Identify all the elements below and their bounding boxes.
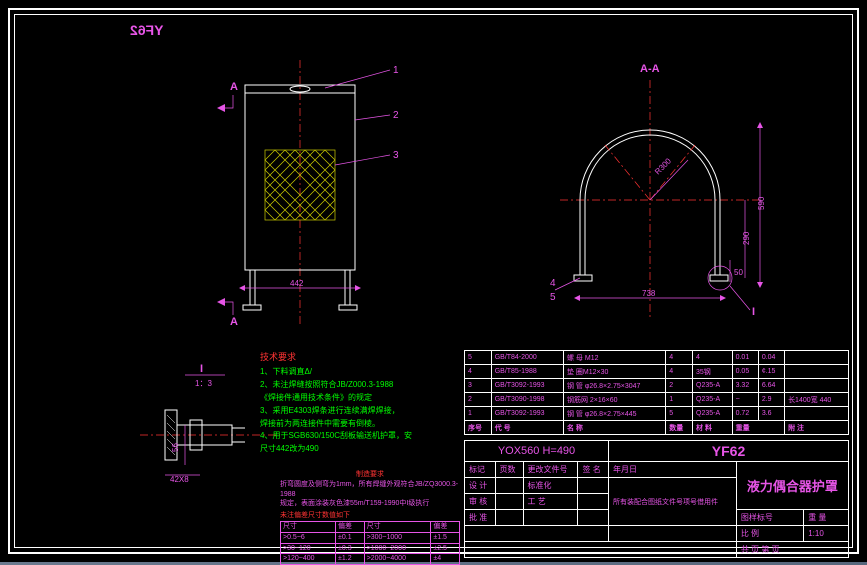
mfg-line-2: 规定，表面涂装灰色漆55m/T159-1990中I级执行 [280, 499, 460, 509]
dim-738: 738 [642, 289, 656, 298]
balloon-1: 1 [393, 65, 399, 76]
balloon-2: 2 [393, 110, 399, 121]
dim-56: 56 [171, 443, 180, 452]
dim-42x8: 42X8 [170, 475, 189, 484]
table-row: 3GB/T3092-1993钢 管 φ26.8×2.75×30472Q235-A… [465, 379, 849, 393]
mirror-label: YF62 [130, 22, 163, 38]
detail-view: I 1：3 56 42X8 [140, 360, 280, 490]
balloon-5: 5 [550, 292, 556, 303]
side-view: A-A R300 590 290 50 738 4 5 [550, 60, 800, 325]
mfg-line-1: 折弯圆度及侧弯为1mm，所有焊缝外观符合JB/ZQ3000.3-1988 [280, 480, 460, 500]
dim-50: 50 [734, 268, 743, 277]
tech-title: 技术要求 [260, 350, 440, 364]
balloon-3: 3 [393, 150, 399, 161]
tech-line-6: 4、用于SGB630/150C刮板输送机护罩，安 [260, 430, 440, 443]
dim-r300: R300 [653, 156, 673, 176]
table-row: 4GB/T85-1988垫 圈M12×30435钢0.05¢.15 [465, 365, 849, 379]
title-block: YOX560 H=490 YF62 标记页数更改文件号签 名 年月日 液力偶合器… [464, 440, 849, 558]
balloon-4: 4 [550, 278, 556, 289]
tol-title: 未注偏差尺寸数值如下 [280, 511, 460, 521]
dim-side-50: 290 [742, 231, 751, 245]
table-row: 5GB/T84-2000螺 母 M12440.010.04 [465, 351, 849, 365]
dim-590: 590 [757, 196, 766, 210]
table-header: 序号代 号名 称数量材 料重量附 注 [465, 421, 849, 435]
detail-scale: 1：3 [195, 379, 212, 388]
drawing-number: YF62 [609, 441, 849, 462]
dim-442: 442 [290, 279, 304, 288]
mfg-title: 制造要求 [280, 470, 460, 480]
tech-line-1: 1、下料调直Δ/ [260, 366, 440, 379]
tech-notes: 技术要求 1、下料调直Δ/ 2、未注焊缝按照符合JB/Z000.3-1988 《… [260, 350, 440, 456]
table-row: 2GB/T3090-1998钢筋网 2×16×601Q235-A~2.9长140… [465, 393, 849, 407]
section-a-top: A [230, 81, 238, 93]
cad-canvas: YF62 A A [0, 0, 867, 562]
tech-line-5: 焊接前为两连接件中需要有倒棱。 [260, 418, 440, 431]
model-cell: YOX560 H=490 [465, 441, 609, 462]
mfg-notes: 制造要求 折弯圆度及侧弯为1mm，所有焊缝外观符合JB/ZQ3000.3-198… [280, 470, 460, 565]
front-view: A A 442 1 2 3 [205, 60, 405, 325]
tech-line-3: 《焊接件通用技术条件》的规定 [260, 392, 440, 405]
section-a-bottom: A [230, 316, 238, 325]
drawing-title: 液力偶合器护罩 [736, 462, 848, 510]
parts-table: 5GB/T84-2000螺 母 M12440.010.04 4GB/T85-19… [464, 350, 849, 435]
tech-line-7: 尺寸442改为490 [260, 443, 440, 456]
tech-line-4: 3、采用E4303焊条进行连续满焊焊接， [260, 405, 440, 418]
scale-value: 1:10 [804, 526, 849, 542]
detail-label: I [200, 363, 203, 375]
tech-line-2: 2、未注焊缝按照符合JB/Z000.3-1988 [260, 379, 440, 392]
detail-i: I [752, 306, 755, 318]
section-aa-label: A-A [640, 63, 660, 75]
table-row: 1GB/T3092-1993钢 管 φ26.8×2.75×4455Q235-A0… [465, 407, 849, 421]
